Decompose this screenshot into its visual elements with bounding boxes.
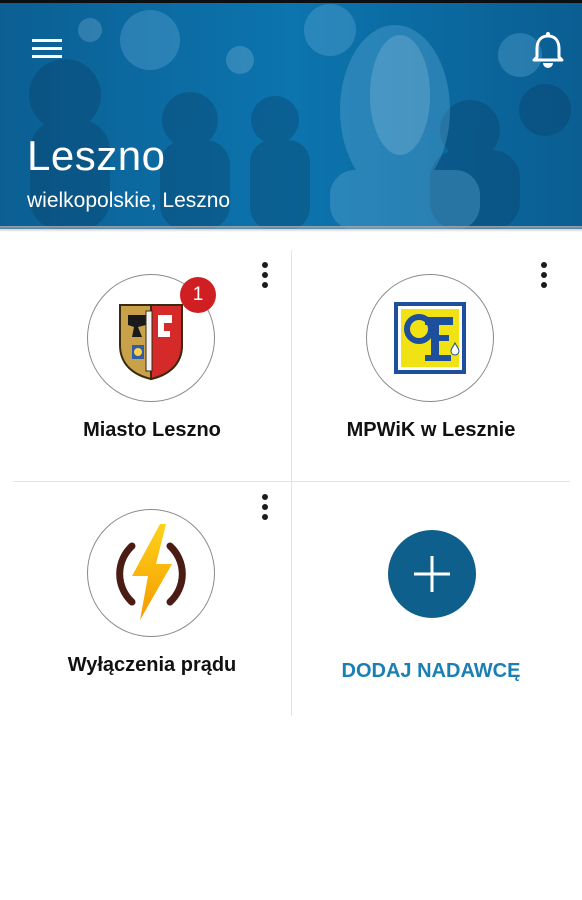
lightning-bolt-icon — [116, 524, 186, 620]
page-title: Leszno — [27, 132, 166, 179]
plus-icon — [414, 556, 450, 592]
sender-tile-wylaczenia-pradu[interactable]: Wyłączenia prądu — [13, 482, 291, 712]
add-sender-tile[interactable]: DODAJ NADAWCĘ — [292, 482, 570, 712]
more-vertical-icon[interactable] — [253, 261, 277, 289]
bell-icon[interactable] — [528, 28, 568, 72]
mpwik-logo-icon — [394, 302, 466, 374]
sender-tile-mpwik[interactable]: MPWiK w Lesznie — [292, 250, 570, 480]
sender-name: Miasto Leszno — [83, 419, 221, 441]
more-vertical-icon[interactable] — [253, 493, 277, 521]
avatar — [87, 509, 215, 637]
notification-badge: 1 — [180, 277, 216, 313]
sender-tile-miasto-leszno[interactable]: 1 Miasto Leszno — [13, 250, 291, 480]
header-banner: Leszno wielkopolskie, Leszno — [0, 0, 582, 229]
status-bar-strip — [0, 0, 582, 3]
add-sender-button[interactable] — [388, 530, 476, 618]
avatar — [366, 274, 494, 402]
sender-name: MPWiK w Lesznie — [346, 419, 516, 441]
add-sender-label[interactable]: DODAJ NADAWCĘ — [292, 660, 570, 683]
hamburger-menu-icon[interactable] — [28, 30, 66, 66]
more-vertical-icon[interactable] — [532, 261, 556, 289]
sender-name: Wyłączenia prądu — [67, 654, 237, 676]
header-shadow — [0, 226, 582, 232]
page-subtitle: wielkopolskie, Leszno — [27, 189, 231, 212]
